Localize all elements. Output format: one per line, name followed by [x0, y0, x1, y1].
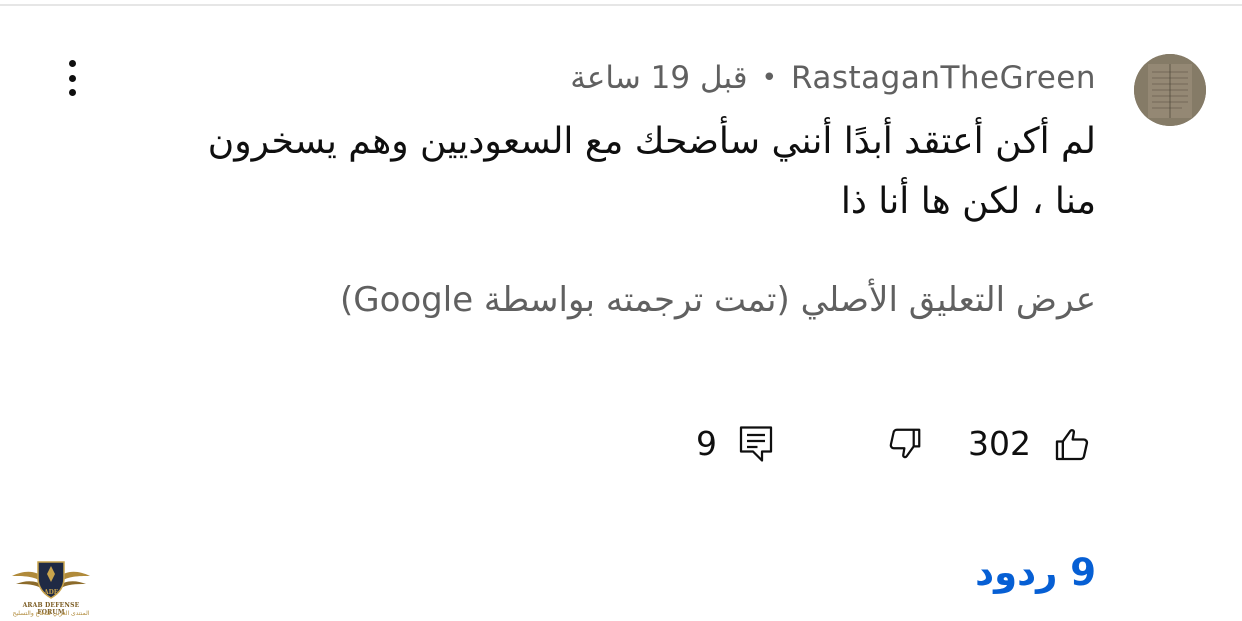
- meta-separator: •: [761, 63, 777, 93]
- forum-logo-icon: ADF: [12, 561, 90, 599]
- watermark-arabic: المنتدى العربي للدفاع والتسليح: [12, 610, 90, 617]
- like-button[interactable]: [1052, 418, 1096, 470]
- show-original-link[interactable]: عرض التعليق الأصلي (تمت ترجمته بواسطة Go…: [340, 276, 1096, 324]
- avatar[interactable]: [1134, 54, 1206, 126]
- comment-text-line: لم أكن أعتقد أبدًا أنني سأضحك مع السعودي…: [207, 121, 1096, 162]
- comment-meta: قبل 19 ساعة • RastaganTheGreen: [570, 58, 1096, 98]
- view-replies-button[interactable]: 9 ردود: [975, 548, 1096, 598]
- reply-count: 9: [696, 424, 717, 463]
- comment-author[interactable]: RastaganTheGreen: [791, 60, 1096, 96]
- watermark-logo: ADF ARAB DEFENSE FORUM المنتدى العربي لل…: [8, 556, 94, 618]
- thumbs-down-icon: [889, 428, 921, 459]
- dislike-button[interactable]: [886, 418, 928, 470]
- more-vertical-icon-dot: [68, 74, 76, 82]
- thumbs-up-icon: [1055, 429, 1089, 461]
- comment-time: قبل 19 ساعة: [570, 60, 748, 96]
- more-vertical-icon: [68, 60, 76, 67]
- avatar-image: [1134, 54, 1206, 126]
- forum-logo-lettering: ADF: [43, 589, 59, 596]
- comment-text: لم أكن أعتقد أبدًا أنني سأضحك مع السعودي…: [106, 112, 1096, 232]
- comment-reply-icon: [739, 426, 773, 462]
- like-count: 302: [968, 424, 1031, 463]
- reply-button[interactable]: [738, 418, 778, 470]
- comment-text-line: منا ، لكن ها أنا ذا: [840, 181, 1096, 222]
- comment-actions: 302 9: [0, 418, 1242, 470]
- more-vertical-icon-dot: [68, 89, 76, 96]
- top-divider: [0, 4, 1242, 6]
- more-options-button[interactable]: [56, 58, 88, 98]
- comment-screen: قبل 19 ساعة • RastaganTheGreen لم أكن أع…: [0, 0, 1242, 621]
